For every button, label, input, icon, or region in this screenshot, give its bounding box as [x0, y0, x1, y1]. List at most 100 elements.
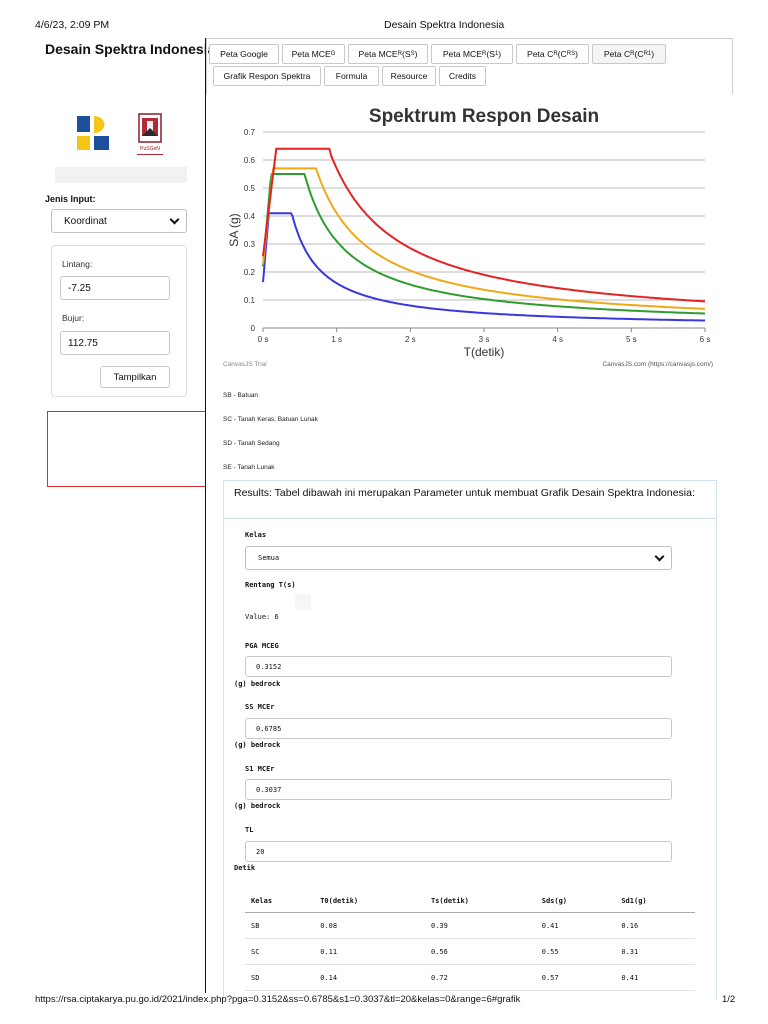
kelas-label: Kelas	[245, 531, 267, 539]
y-tick-label: 0	[251, 324, 256, 333]
jenis-input-select[interactable]: Koordinat	[51, 209, 187, 233]
tab-grafik-respon-spektra[interactable]: Grafik Respon Spektra	[213, 66, 321, 86]
series-line-0	[262, 212, 705, 322]
tab-peta-google[interactable]: Peta Google	[209, 44, 279, 64]
table-cell: 0.31	[615, 938, 695, 965]
table-row: SC 0.11 0.56 0.55 0.31	[245, 938, 695, 965]
footer-url: https://rsa.ciptakarya.pu.go.id/2021/ind…	[35, 994, 521, 1005]
table-cell: SD	[245, 964, 315, 991]
tl-input[interactable]: 20	[245, 841, 672, 862]
x-axis-label: T(detik)	[464, 345, 505, 359]
bujur-label: Bujur:	[62, 313, 85, 323]
kelas-value: Semua	[258, 554, 280, 562]
s1-value: 0.3037	[256, 785, 282, 794]
pga-unit: (g) bedrock	[234, 680, 281, 688]
lintang-label: Lintang:	[62, 259, 93, 269]
tab-peta-mcer-ss-suffix: (S	[402, 49, 411, 59]
tl-value: 20	[256, 847, 265, 856]
table-cell: 0.39	[424, 912, 536, 939]
tab-peta-cr-crs[interactable]: Peta CR (C RS)	[516, 44, 589, 64]
highlight-box	[47, 411, 205, 487]
print-datetime: 4/6/23, 2:09 PM	[35, 19, 110, 31]
table-cell: SC	[245, 938, 315, 965]
s1-label: S1 MCEr	[245, 765, 275, 773]
rentang-value: Value: 6	[245, 613, 279, 621]
table-cell: 0.14	[314, 964, 425, 991]
tab-peta-mcer-s1-suffix: (S	[486, 49, 495, 59]
table-cell: 0.57	[535, 964, 616, 991]
tab-peta-mceg[interactable]: Peta MCE G	[282, 44, 345, 64]
footer-page: 1/2	[722, 994, 736, 1005]
table-cell: SB	[245, 912, 315, 939]
table-row: SB 0.08 0.39 0.41 0.16	[245, 912, 695, 939]
th-t0: T0(detik)	[314, 890, 425, 913]
x-tick-label: 0 s	[258, 335, 269, 344]
tab-peta-cr-crs-end: )	[575, 49, 578, 59]
ss-input[interactable]: 0.6785	[245, 718, 672, 739]
tab-peta-cr-cr1[interactable]: Peta CR (C R1)	[592, 44, 666, 64]
sidebar-divider	[205, 38, 206, 993]
tab-formula[interactable]: Formula	[324, 66, 379, 86]
tab-peta-cr-crs-sub2: RS	[566, 51, 576, 57]
jenis-input-value: Koordinat	[64, 215, 107, 227]
s1-input[interactable]: 0.3037	[245, 779, 672, 800]
tab-resource[interactable]: Resource	[382, 66, 436, 86]
bujur-input[interactable]: 112.75	[60, 331, 170, 355]
th-ts: Ts(detik)	[424, 890, 536, 913]
tab-peta-cr-cr1-sub2: R1	[643, 51, 652, 57]
table-cell: 0.08	[314, 912, 425, 939]
y-tick-label: 0.2	[244, 268, 256, 277]
chart-watermark-left: CanvasJS Trial	[223, 361, 267, 368]
tab-peta-mcer-s1[interactable]: Peta MCE R (S 1)	[431, 44, 513, 64]
tab-peta-mceg-sub: G	[330, 51, 336, 57]
tab-peta-cr-cr1-label: Peta C	[603, 49, 631, 59]
pusgen-logo: PuSGeN	[137, 113, 163, 155]
print-title: Desain Spektra Indonesia	[384, 19, 505, 31]
x-tick-label: 5 s	[626, 335, 637, 344]
x-tick-label: 1 s	[331, 335, 342, 344]
tab-peta-mcer-ss-end: )	[414, 49, 418, 59]
y-tick-label: 0.1	[244, 296, 256, 305]
y-tick-label: 0.7	[244, 128, 256, 137]
chevron-down-icon	[654, 551, 665, 562]
ss-label: SS MCEr	[245, 703, 275, 711]
pga-input[interactable]: 0.3152	[245, 656, 672, 677]
table-cell: 0.41	[535, 912, 616, 939]
table-cell: 0.16	[615, 912, 695, 939]
th-kelas: Kelas	[245, 890, 315, 913]
tab-peta-mcer-ss[interactable]: Peta MCE R (S S)	[348, 44, 428, 64]
tab-peta-mcer-s1-label: Peta MCE	[442, 49, 482, 59]
s1-unit: (g) bedrock	[234, 802, 281, 810]
table-cell: 0.55	[535, 938, 616, 965]
legend-sd: SD - Tanah Sedang	[223, 440, 280, 447]
table-cell: 0.11	[314, 938, 425, 965]
tl-unit: Detik	[234, 864, 256, 872]
ss-unit: (g) bedrock	[234, 741, 281, 749]
y-tick-label: 0.4	[244, 212, 256, 221]
y-tick-label: 0.6	[244, 156, 256, 165]
pga-label: PGA MCEG	[245, 642, 279, 650]
x-tick-label: 4 s	[552, 335, 563, 344]
x-tick-label: 6 s	[700, 335, 711, 344]
tab-credits[interactable]: Credits	[439, 66, 486, 86]
table-header-row: Kelas T0(detik) Ts(detik) Sds(g) Sd1(g)	[245, 890, 695, 913]
chevron-down-icon	[169, 214, 180, 225]
parameter-table: Kelas T0(detik) Ts(detik) Sds(g) Sd1(g) …	[245, 890, 695, 991]
sidebar-placeholder-strip	[55, 167, 187, 183]
legend-se: SE - Tanah Lunak	[223, 464, 275, 471]
legend-sb: SB - Batuan	[223, 392, 259, 399]
x-tick-label: 2 s	[405, 335, 416, 344]
table-row: SD 0.14 0.72 0.57 0.41	[245, 964, 695, 991]
range-slider[interactable]	[295, 594, 311, 610]
pusgen-logo-text: PuSGeN	[140, 146, 160, 152]
tampilkan-button[interactable]: Tampilkan	[100, 366, 170, 388]
lintang-input[interactable]: -7.25	[60, 276, 170, 300]
spectrum-chart: Spektrum Respon Desain 0 0.1 0.2 0.3 0.4 0.5 0.…	[213, 96, 718, 376]
kelas-select[interactable]: Semua	[245, 546, 672, 570]
y-axis-label: SA (g)	[227, 213, 241, 246]
tab-peta-cr-cr1-suffix: (C	[634, 49, 644, 59]
x-tick-label: 3 s	[479, 335, 490, 344]
y-tick-label: 0.3	[244, 240, 256, 249]
bujur-value: 112.75	[68, 337, 98, 349]
results-title: Results: Tabel dibawah ini merupakan Par…	[234, 487, 695, 499]
